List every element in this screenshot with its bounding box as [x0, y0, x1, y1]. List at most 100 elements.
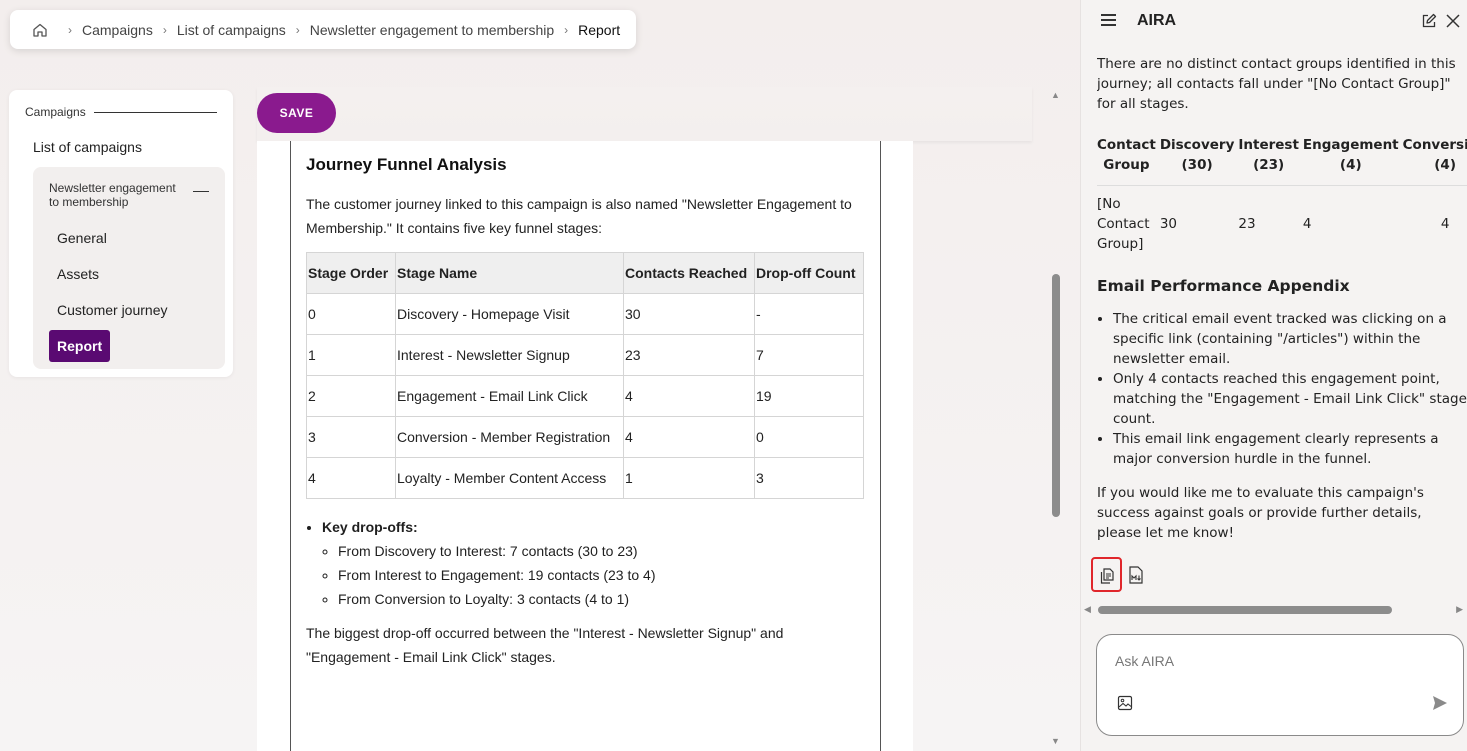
breadcrumb: › Campaigns › List of campaigns › Newsle…	[10, 10, 636, 49]
column-header: Discovery (30)	[1159, 135, 1239, 186]
list-item: Only 4 contacts reached this engagement …	[1113, 369, 1467, 429]
funnel-table: Stage Order Stage Name Contacts Reached …	[306, 252, 864, 499]
image-upload-icon[interactable]	[1117, 695, 1133, 711]
breadcrumb-list-of-campaigns[interactable]: List of campaigns	[177, 22, 286, 38]
table-row: [No Contact Group] 30 23 4 4	[1097, 186, 1467, 255]
sidebar-item-customer-journey[interactable]: Customer journey	[57, 302, 168, 318]
table-row: 1 Interest - Newsletter Signup 23 7	[306, 334, 864, 376]
table-cell: 19	[754, 375, 864, 417]
chevron-right-icon: ›	[295, 22, 300, 37]
breadcrumb-campaign[interactable]: Newsletter engagement to membership	[310, 22, 554, 38]
column-header: Conversion (4)	[1402, 135, 1467, 186]
home-icon[interactable]	[32, 22, 48, 38]
table-cell: Discovery - Homepage Visit	[395, 293, 624, 335]
new-chat-icon[interactable]	[1421, 13, 1437, 29]
chevron-right-icon: ›	[564, 22, 569, 37]
send-icon[interactable]	[1431, 694, 1449, 712]
appendix-heading: Email Performance Appendix	[1097, 277, 1350, 295]
dropoff-label: Key drop-offs:	[322, 519, 418, 535]
scrollbar-thumb[interactable]	[1052, 274, 1060, 517]
table-cell: 7	[754, 334, 864, 376]
table-cell: 1	[623, 457, 755, 499]
campaign-sidebar: Campaigns List of campaigns Newsletter e…	[9, 90, 233, 377]
ask-aira-input[interactable]	[1115, 653, 1435, 669]
list-item: From Interest to Engagement: 19 contacts…	[338, 563, 864, 587]
column-header: Contact Group	[1097, 135, 1160, 186]
table-cell: Conversion - Member Registration	[395, 416, 624, 458]
chevron-right-icon: ›	[162, 22, 167, 37]
column-header: Interest (23)	[1238, 135, 1303, 186]
table-cell: 4	[1440, 216, 1450, 232]
table-cell: 3	[306, 416, 396, 458]
table-header-row: Contact Group Discovery (30) Interest (2…	[1097, 135, 1467, 186]
message-paragraph: There are no distinct contact groups ide…	[1097, 56, 1456, 112]
table-header-row: Stage Order Stage Name Contacts Reached …	[306, 252, 864, 294]
sidebar-header: Campaigns	[25, 105, 217, 119]
sidebar-group-title[interactable]: Newsletter engagement to membership	[49, 181, 185, 209]
closing-paragraph: The biggest drop-off occurred between th…	[306, 625, 784, 665]
divider	[93, 111, 217, 113]
table-cell: 3	[754, 457, 864, 499]
table-cell: Loyalty - Member Content Access	[395, 457, 624, 499]
breadcrumb-campaigns[interactable]: Campaigns	[82, 22, 153, 38]
copy-button[interactable]	[1091, 557, 1122, 592]
column-header: Drop-off Count	[754, 252, 864, 294]
breadcrumb-report: Report	[578, 21, 621, 38]
list-item: The critical email event tracked was cli…	[1113, 309, 1467, 369]
report-toolbar: SAVE	[257, 87, 1032, 141]
appendix-list: The critical email event tracked was cli…	[1097, 309, 1467, 469]
dropoff-list: Key drop-offs: From Discovery to Interes…	[306, 515, 864, 611]
ask-aira-composer	[1096, 634, 1464, 736]
copy-icon	[1100, 568, 1114, 584]
close-icon[interactable]	[1445, 13, 1461, 29]
main-scrollbar[interactable]: ▲ ▼	[1049, 90, 1063, 751]
table-row: 0 Discovery - Homepage Visit 30 -	[306, 293, 864, 335]
list-item: From Conversion to Loyalty: 3 contacts (…	[338, 587, 864, 611]
scroll-right-icon[interactable]: ▶	[1456, 604, 1463, 615]
section-heading: Journey Funnel Analysis	[306, 155, 507, 174]
markdown-download-icon[interactable]	[1127, 566, 1145, 584]
table-row: 3 Conversion - Member Registration 4 0	[306, 416, 864, 458]
dropoff-sublist: From Discovery to Interest: 7 contacts (…	[322, 539, 864, 611]
sidebar-title: Campaigns	[25, 105, 86, 119]
table-cell: -	[754, 293, 864, 335]
contact-group-table: Contact Group Discovery (30) Interest (2…	[1097, 135, 1467, 254]
table-cell: [No Contact Group]	[1097, 196, 1150, 252]
table-cell: 4	[623, 375, 755, 417]
table-row: 2 Engagement - Email Link Click 4 19	[306, 375, 864, 417]
hamburger-menu-icon[interactable]	[1101, 14, 1116, 26]
table-cell: 23	[623, 334, 755, 376]
table-cell: 0	[754, 416, 864, 458]
table-cell: 30	[623, 293, 755, 335]
message-paragraph: If you would like me to evaluate this ca…	[1097, 485, 1424, 541]
table-cell: 2	[306, 375, 396, 417]
scroll-left-icon[interactable]: ◀	[1084, 604, 1091, 615]
scroll-down-icon[interactable]: ▼	[1051, 736, 1060, 746]
scroll-up-icon[interactable]: ▲	[1051, 90, 1060, 100]
table-cell: 4	[623, 416, 755, 458]
chevron-right-icon: ›	[68, 22, 72, 37]
report-document: Journey Funnel Analysis The customer jou…	[257, 141, 913, 751]
sidebar-item-report[interactable]: Report	[49, 330, 111, 362]
collapse-icon[interactable]	[193, 191, 209, 192]
list-item: From Discovery to Interest: 7 contacts (…	[338, 539, 864, 563]
column-header: Engagement (4)	[1302, 135, 1403, 186]
list-item: Key drop-offs: From Discovery to Interes…	[322, 515, 864, 611]
table-cell: Interest - Newsletter Signup	[395, 334, 624, 376]
table-row: 4 Loyalty - Member Content Access 1 3	[306, 457, 864, 499]
sidebar-item-general[interactable]: General	[57, 230, 107, 246]
scrollbar-thumb[interactable]	[1098, 606, 1392, 614]
column-header: Stage Order	[306, 252, 396, 294]
table-cell: 30	[1159, 216, 1177, 232]
column-header: Contacts Reached	[623, 252, 755, 294]
aira-message: There are no distinct contact groups ide…	[1097, 54, 1467, 604]
sidebar-item-list-of-campaigns[interactable]: List of campaigns	[33, 139, 142, 155]
column-header: Stage Name	[395, 252, 624, 294]
table-cell: 4	[1302, 216, 1312, 232]
sidebar-campaign-group: Newsletter engagement to membership Gene…	[33, 167, 225, 369]
sidebar-item-assets[interactable]: Assets	[57, 266, 99, 282]
report-content: Journey Funnel Analysis The customer jou…	[290, 141, 881, 751]
table-cell: 0	[306, 293, 396, 335]
save-button[interactable]: SAVE	[257, 93, 336, 133]
chat-horizontal-scrollbar[interactable]: ◀ ▶	[1080, 602, 1467, 618]
